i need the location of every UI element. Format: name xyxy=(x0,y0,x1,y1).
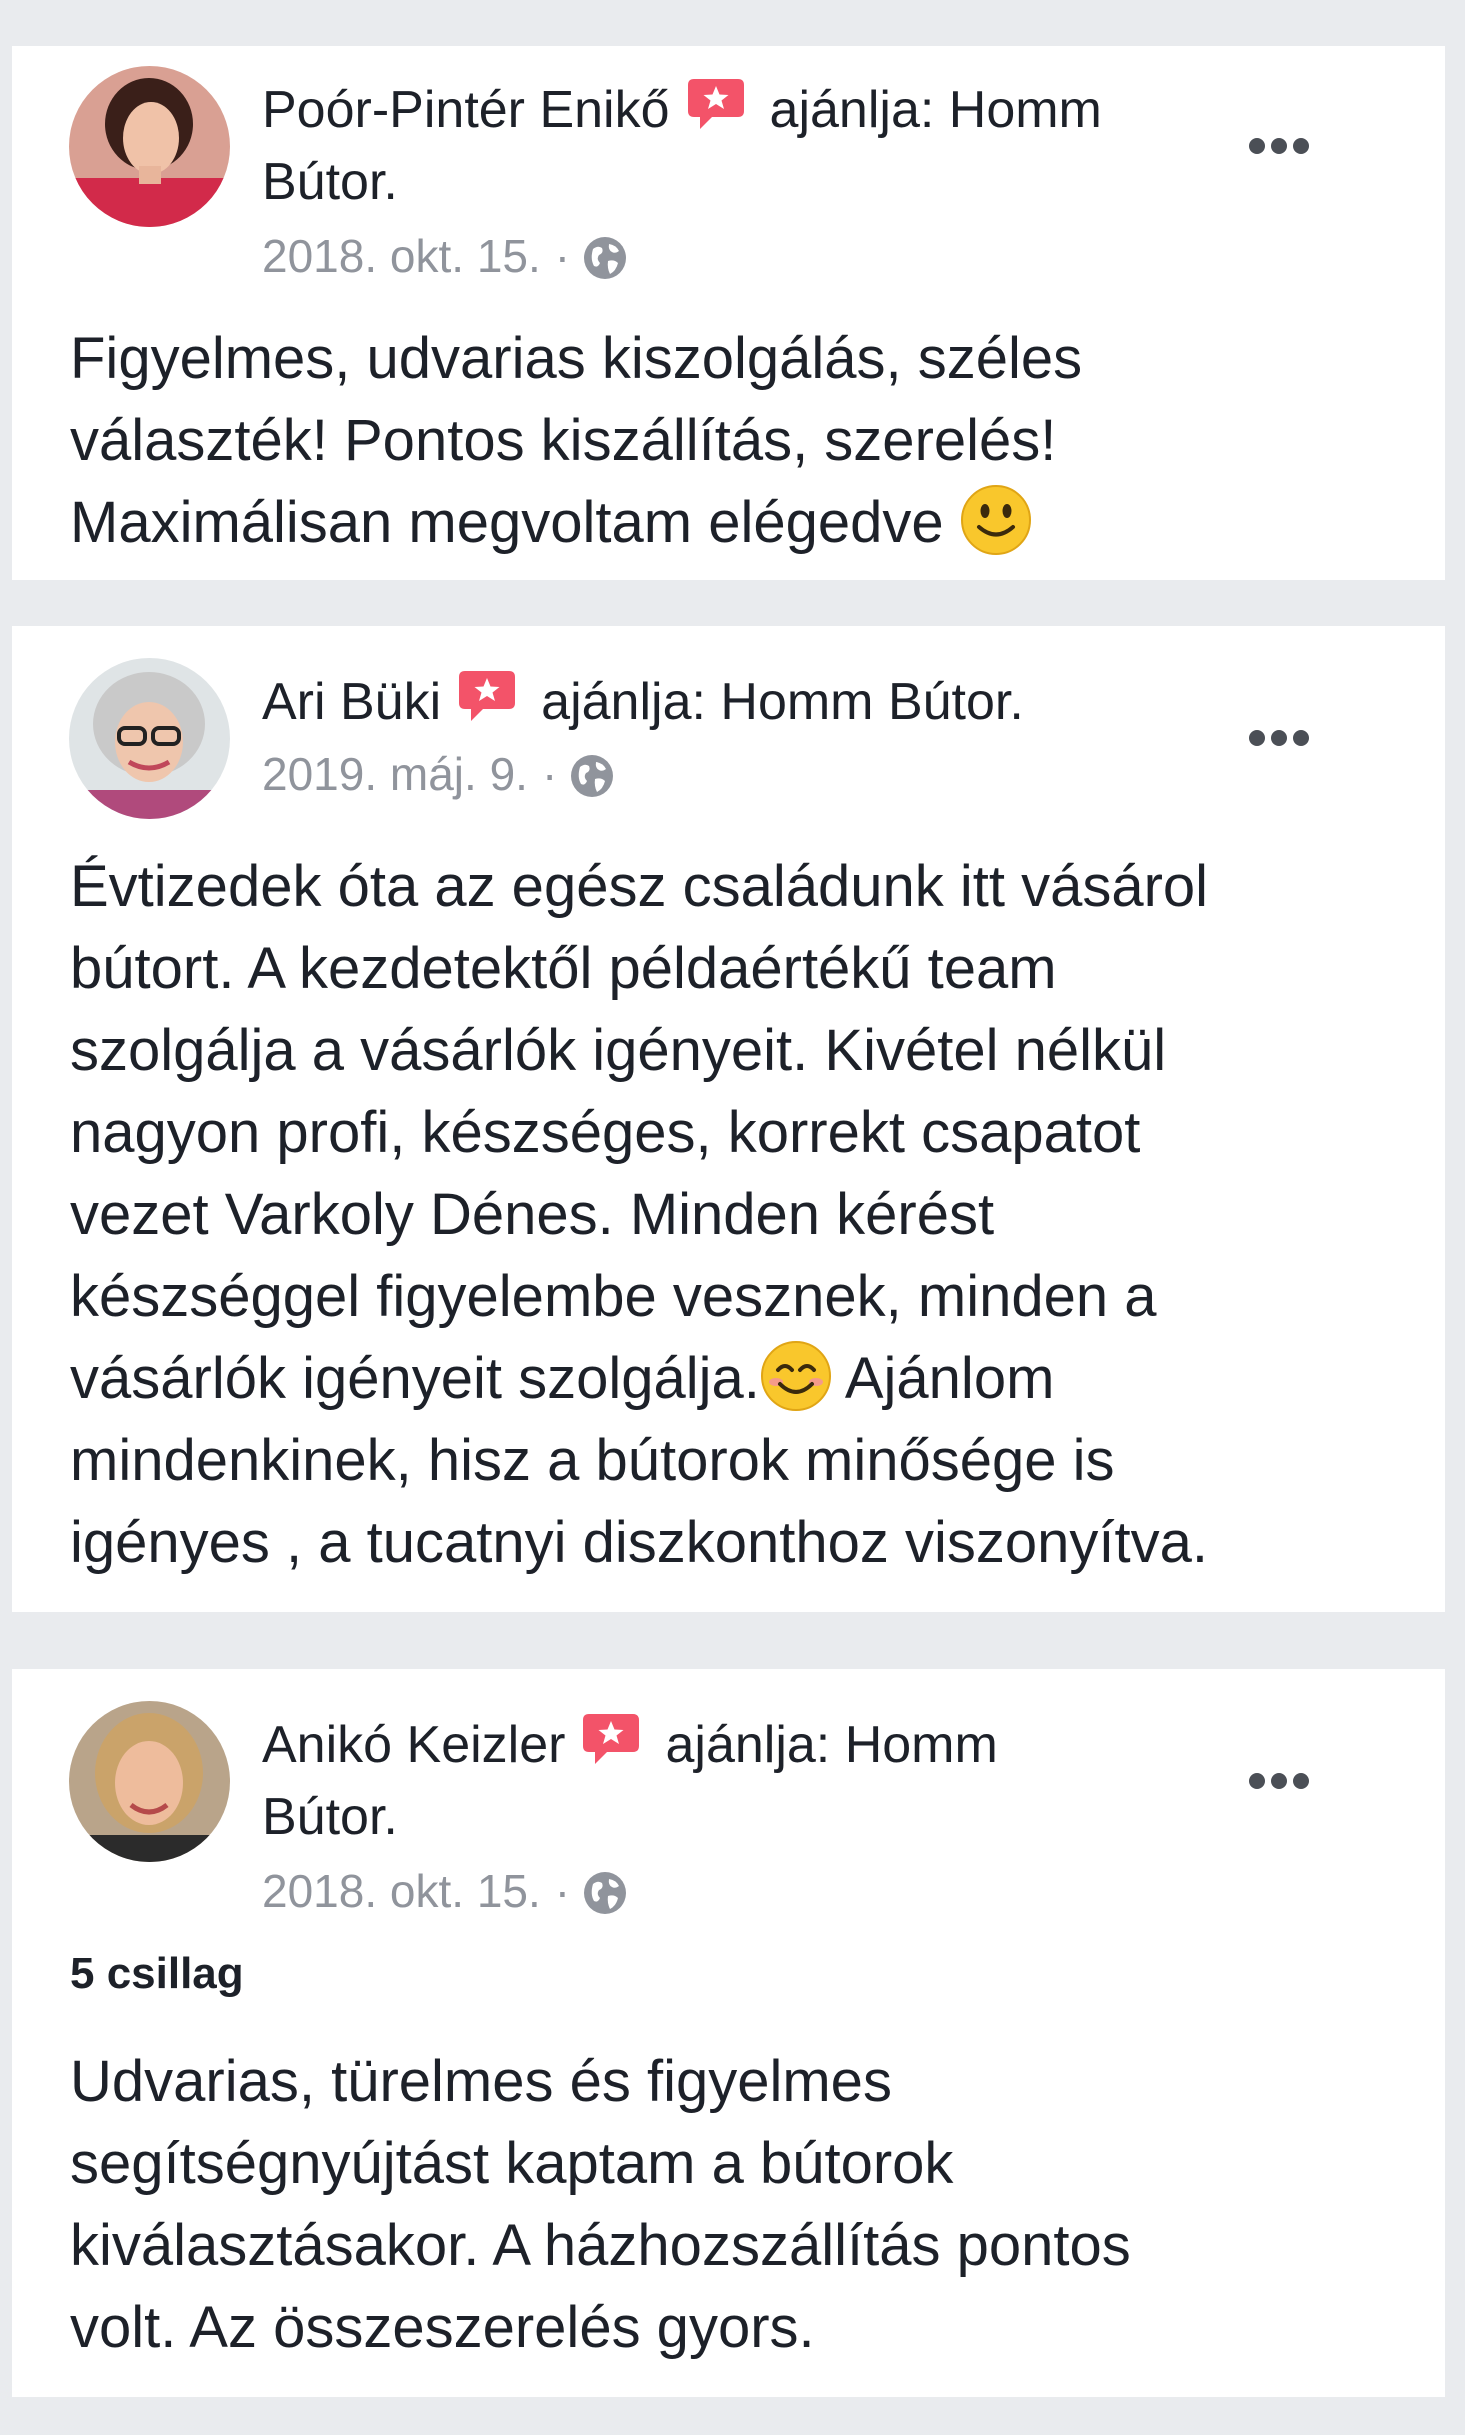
review-text-segment: Maximálisan megvoltam elégedve xyxy=(70,490,944,555)
author-name[interactable]: Poór-Pintér Enikő xyxy=(262,81,670,139)
review-text-line-with-emoji: vásárlók igényeit szolgálja. Ajánlom xyxy=(70,1338,1410,1420)
review-text-segment: vásárlók igényeit szolgálja. xyxy=(70,1346,760,1411)
review-text: Udvarias, türelmes és figyelmes segítség… xyxy=(70,2041,1410,2369)
more-options-icon[interactable] xyxy=(1249,1773,1317,1793)
review-text-line: igényes , a tucatnyi diszkonthoz viszony… xyxy=(70,1510,1209,1575)
review-text-line: nagyon profi, készséges, korrekt csapato… xyxy=(70,1100,1141,1165)
globe-icon xyxy=(582,235,628,281)
review-card: Poór-Pintér Enikő ajánlja: Homm Bútor. 20… xyxy=(12,46,1445,580)
slightly-smiling-face-icon xyxy=(960,485,1031,555)
more-options-icon[interactable] xyxy=(1249,138,1317,158)
globe-icon xyxy=(569,753,615,799)
review-text-line: mindenkinek, hisz a bútorok minősége is xyxy=(70,1428,1115,1493)
author-name[interactable]: Ari Büki xyxy=(262,673,441,731)
review-text-line: kiválasztásakor. A házhozszállítás ponto… xyxy=(70,2213,1131,2278)
recommendation-icon xyxy=(581,1712,641,1768)
review-text-line: készséggel figyelembe vesznek, minden a xyxy=(70,1264,1157,1329)
rating-label: 5 csillag xyxy=(70,1949,244,1998)
review-date[interactable]: 2018. okt. 15. xyxy=(262,230,541,282)
review-meta: 2019. máj. 9. · xyxy=(262,744,615,804)
smiling-face-with-smiling-eyes-icon xyxy=(760,1341,831,1411)
recommendation-text-cont[interactable]: Bútor. xyxy=(262,153,398,211)
review-text-line: volt. Az összeszerelés gyors. xyxy=(70,2295,815,2360)
review-text-line: választék! Pontos kiszállítás, szerelés! xyxy=(70,408,1057,473)
recommendation-text-cont[interactable]: Bútor. xyxy=(262,1788,398,1846)
review-text: Évtizedek óta az egész családunk itt vás… xyxy=(70,846,1410,1584)
separator: · xyxy=(554,230,571,282)
recommendation-text: ajánlja: Homm xyxy=(665,1716,998,1774)
recommendation-text[interactable]: ajánlja: Homm Bútor. xyxy=(541,673,1024,731)
review-text-line: Udvarias, türelmes és figyelmes xyxy=(70,2049,892,2114)
review-date[interactable]: 2018. okt. 15. xyxy=(262,1865,541,1917)
separator: · xyxy=(541,748,558,800)
review-text-line: szolgálja a vásárlók igényeit. Kivétel n… xyxy=(70,1018,1167,1083)
review-header: Poór-Pintér Enikő ajánlja: Homm Bútor. xyxy=(262,74,1212,218)
review-text-line: bútort. A kezdetektől példaértékű team xyxy=(70,936,1057,1001)
avatar[interactable] xyxy=(69,658,230,819)
review-meta: 2018. okt. 15. · xyxy=(262,226,628,286)
recommendation-text: ajánlja: Homm xyxy=(769,81,1102,139)
more-options-icon[interactable] xyxy=(1249,730,1317,750)
review-meta: 2018. okt. 15. · xyxy=(262,1861,628,1921)
review-text: Figyelmes, udvarias kiszolgálás, széles … xyxy=(70,318,1410,564)
review-text-line: Figyelmes, udvarias kiszolgálás, széles xyxy=(70,326,1083,391)
review-card: Anikó Keizler ajánlja: Homm Bútor. 2018. … xyxy=(12,1669,1445,2397)
review-header: Anikó Keizler ajánlja: Homm Bútor. xyxy=(262,1709,1212,1853)
avatar[interactable] xyxy=(69,66,230,227)
author-name[interactable]: Anikó Keizler xyxy=(262,1716,565,1774)
review-card: Ari Büki ajánlja: Homm Bútor. 2019. máj. … xyxy=(12,626,1445,1612)
recommendation-icon xyxy=(457,669,517,725)
review-text-line: Évtizedek óta az egész családunk itt vás… xyxy=(70,854,1209,919)
review-header: Ari Büki ajánlja: Homm Bútor. xyxy=(262,666,1212,738)
review-text-line: segítségnyújtást kaptam a bútorok xyxy=(70,2131,954,2196)
review-text-line: vezet Varkoly Dénes. Minden kérést xyxy=(70,1182,995,1247)
separator: · xyxy=(554,1865,571,1917)
globe-icon xyxy=(582,1870,628,1916)
recommendation-icon xyxy=(686,77,746,133)
review-text-segment: Ajánlom xyxy=(844,1346,1055,1411)
avatar[interactable] xyxy=(69,1701,230,1862)
review-date[interactable]: 2019. máj. 9. xyxy=(262,748,528,800)
review-text-line-with-emoji: Maximálisan megvoltam elégedve xyxy=(70,482,1410,564)
